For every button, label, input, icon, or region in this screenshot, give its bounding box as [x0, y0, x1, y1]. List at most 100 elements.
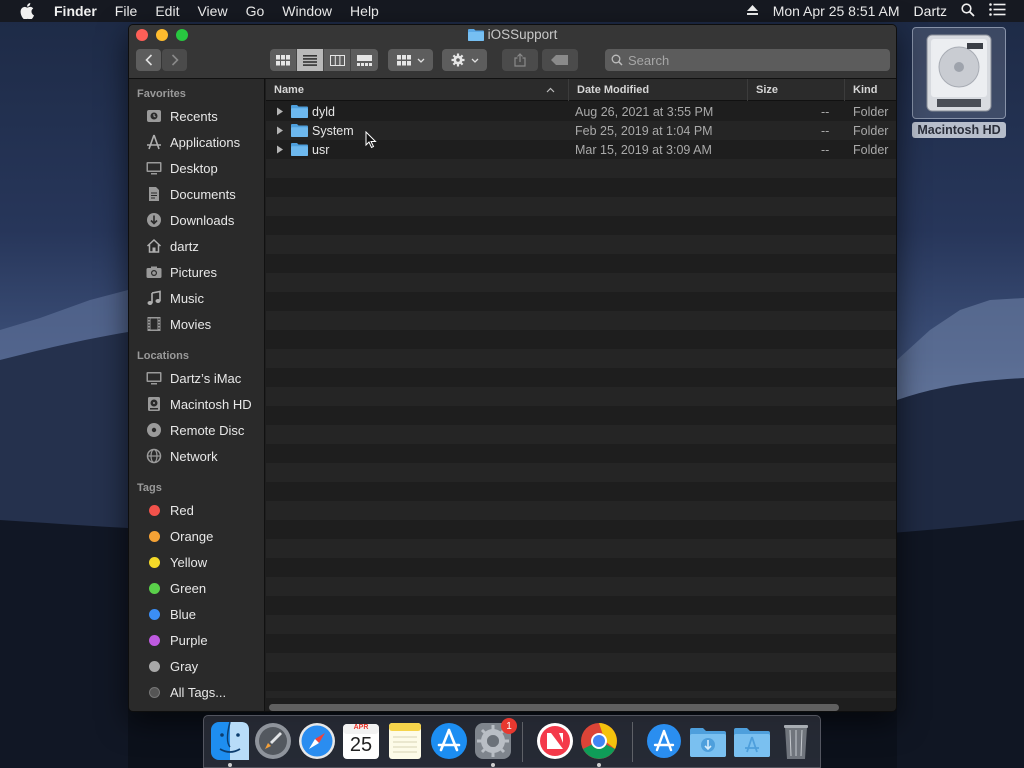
dock: APR 25 1 — [203, 715, 821, 768]
search-field[interactable] — [605, 49, 890, 71]
menu-edit[interactable]: Edit — [155, 3, 179, 19]
column-view-button[interactable] — [324, 49, 351, 71]
group-by-button[interactable] — [388, 49, 433, 71]
news-icon[interactable] — [535, 721, 575, 761]
sidebar-item-label: Purple — [170, 632, 208, 648]
menu-window[interactable]: Window — [282, 3, 332, 19]
app-store-icon[interactable] — [429, 721, 469, 761]
column-header-kind-label: Kind — [853, 84, 878, 96]
sidebar-item-pictures[interactable]: Pictures — [145, 261, 217, 283]
finder-icon[interactable] — [210, 721, 250, 761]
sidebar-header-favorites: Favorites — [137, 88, 186, 100]
sidebar-item-music[interactable]: Music — [145, 287, 204, 309]
column-header-kind[interactable]: Kind — [844, 79, 896, 101]
file-name: dyld — [312, 104, 335, 119]
chevron-down-icon — [417, 58, 424, 63]
disclosure-triangle-icon[interactable] — [275, 145, 285, 154]
menu-file[interactable]: File — [115, 3, 138, 19]
safari-icon[interactable] — [297, 721, 337, 761]
sidebar-item-recents[interactable]: Recents — [145, 105, 218, 127]
sidebar-item-movies[interactable]: Movies — [145, 313, 211, 335]
apple-menu-icon[interactable] — [20, 3, 40, 19]
menu-go[interactable]: Go — [246, 3, 265, 19]
share-icon — [514, 53, 526, 67]
horizontal-scrollbar[interactable] — [269, 704, 839, 711]
system-preferences-icon[interactable]: 1 — [473, 718, 517, 761]
file-size: -- — [821, 104, 830, 119]
column-header-size[interactable]: Size — [747, 79, 843, 101]
grid-icon — [276, 54, 290, 65]
gallery-view-button[interactable] — [351, 49, 378, 71]
notification-center-icon[interactable] — [989, 3, 1006, 19]
sidebar-item-applications[interactable]: Applications — [145, 131, 240, 153]
file-name: usr — [312, 142, 330, 157]
sidebar-tag-purple[interactable]: Purple — [145, 629, 208, 651]
all-tags-icon — [148, 686, 160, 698]
sidebar-all-tags[interactable]: All Tags... — [145, 681, 226, 703]
applications-folder-icon[interactable] — [644, 721, 684, 761]
menu-bar: Finder File Edit View Go Window Help Mon… — [0, 0, 1024, 22]
chrome-icon[interactable] — [579, 721, 619, 761]
applications-stack-icon[interactable] — [732, 721, 772, 761]
sidebar-tag-green[interactable]: Green — [145, 577, 206, 599]
download-icon — [145, 211, 163, 229]
table-row[interactable]: System Feb 25, 2019 at 1:04 PM -- Folder — [266, 121, 896, 140]
sidebar-item-downloads[interactable]: Downloads — [145, 209, 234, 231]
forward-button[interactable] — [162, 49, 187, 71]
sidebar-item-home[interactable]: dartz — [145, 235, 199, 257]
sidebar-item-network[interactable]: Network — [145, 445, 218, 467]
trash-icon[interactable] — [776, 721, 816, 761]
tag-icon — [551, 55, 568, 65]
action-button[interactable] — [442, 49, 487, 71]
share-button[interactable] — [502, 49, 538, 71]
sidebar-tag-red[interactable]: Red — [145, 499, 194, 521]
menu-app-name[interactable]: Finder — [54, 3, 97, 19]
disclosure-triangle-icon[interactable] — [275, 107, 285, 116]
columns-icon — [329, 54, 345, 66]
document-icon — [145, 185, 163, 203]
sidebar-item-desktop[interactable]: Desktop — [145, 157, 218, 179]
sidebar-item-label: Yellow — [170, 554, 208, 570]
camera-icon — [145, 263, 163, 281]
menu-view[interactable]: View — [197, 3, 227, 19]
file-name: System — [312, 123, 354, 138]
folder-icon — [291, 143, 308, 156]
sidebar-tag-gray[interactable]: Gray — [145, 655, 198, 677]
downloads-folder-icon[interactable] — [688, 721, 728, 761]
desktop-macintosh-hd[interactable]: Macintosh HD — [912, 27, 1006, 138]
sidebar-item-remote-disc[interactable]: Remote Disc — [145, 419, 244, 441]
spotlight-search-icon[interactable] — [961, 2, 975, 20]
table-row[interactable]: dyld Aug 26, 2021 at 3:55 PM -- Folder — [266, 102, 896, 121]
window-toolbar: iOSSupport — [129, 25, 896, 79]
column-header-date[interactable]: Date Modified — [568, 79, 746, 101]
hard-drive-icon — [145, 395, 163, 413]
search-icon — [611, 54, 623, 66]
tag-color-dot — [148, 530, 160, 542]
column-header-name[interactable]: Name — [266, 79, 565, 101]
sidebar-item-imac[interactable]: Dartz’s iMac — [145, 367, 241, 389]
calendar-icon[interactable]: APR 25 — [341, 721, 381, 761]
list-view-button[interactable] — [297, 49, 324, 71]
sidebar-tag-blue[interactable]: Blue — [145, 603, 196, 625]
notes-icon[interactable] — [385, 721, 425, 761]
disclosure-triangle-icon[interactable] — [275, 126, 285, 135]
table-row[interactable]: usr Mar 15, 2019 at 3:09 AM -- Folder — [266, 140, 896, 159]
sidebar-tag-yellow[interactable]: Yellow — [145, 551, 207, 573]
icon-view-button[interactable] — [270, 49, 297, 71]
column-header-date-label: Date Modified — [577, 84, 650, 96]
back-button[interactable] — [136, 49, 161, 71]
sidebar-item-macintosh-hd[interactable]: Macintosh HD — [145, 393, 252, 415]
sidebar-item-documents[interactable]: Documents — [145, 183, 236, 205]
list-background: dyld Aug 26, 2021 at 3:55 PM -- Folder S… — [266, 102, 896, 698]
sidebar-item-label: Music — [170, 290, 204, 306]
launchpad-icon[interactable] — [253, 721, 293, 761]
eject-icon[interactable] — [746, 3, 759, 19]
gear-icon — [451, 53, 464, 67]
search-input[interactable] — [628, 52, 868, 68]
menu-clock[interactable]: Mon Apr 25 8:51 AM — [773, 3, 900, 19]
tag-button[interactable] — [542, 49, 578, 71]
menu-help[interactable]: Help — [350, 3, 379, 19]
menu-user[interactable]: Dartz — [914, 3, 947, 19]
window-title-text: iOSSupport — [487, 27, 558, 42]
sidebar-tag-orange[interactable]: Orange — [145, 525, 213, 547]
